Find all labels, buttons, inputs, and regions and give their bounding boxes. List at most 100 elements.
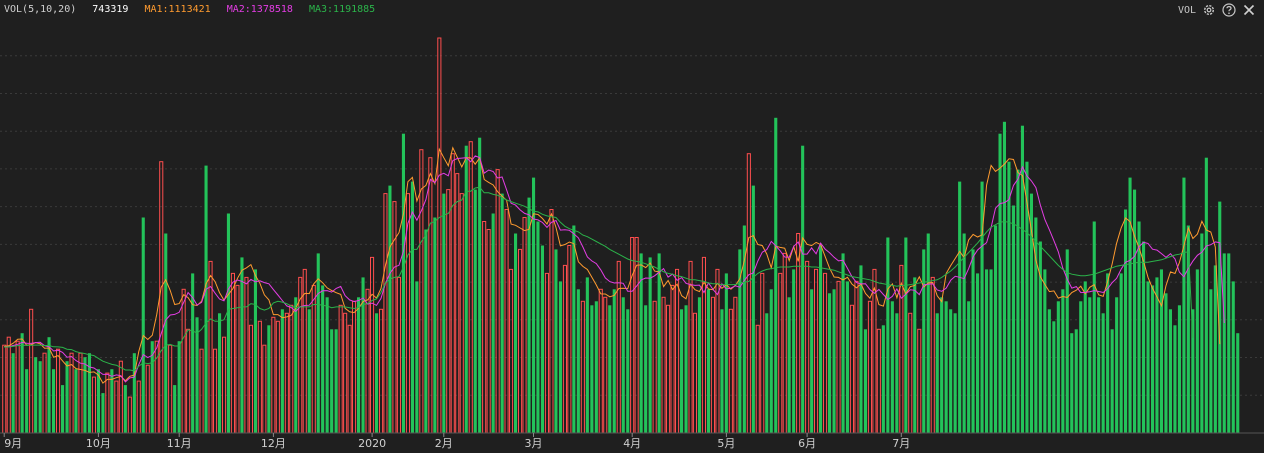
volume-bar-up[interactable] (908, 312, 913, 434)
volume-bar-up[interactable] (446, 189, 451, 434)
volume-bar-down[interactable] (321, 285, 325, 433)
volume-bar-down[interactable] (240, 257, 244, 433)
volume-bar-down[interactable] (141, 217, 145, 434)
volume-bar-up[interactable] (692, 312, 698, 434)
volume-bar-down[interactable] (845, 281, 849, 433)
volume-bar-down[interactable] (1213, 265, 1217, 433)
volume-bar-down[interactable] (1236, 333, 1240, 433)
volume-bar-down[interactable] (769, 289, 773, 433)
volume-bar-up[interactable] (275, 320, 280, 434)
volume-bar-down[interactable] (325, 297, 329, 433)
volume-bar-up[interactable] (271, 316, 276, 434)
volume-bar-up[interactable] (352, 300, 357, 434)
volume-bar-down[interactable] (473, 189, 477, 433)
volume-bar-down[interactable] (904, 237, 908, 434)
volume-bar-down[interactable] (684, 305, 688, 433)
volume-bar-down[interactable] (612, 289, 616, 433)
volume-bar-down[interactable] (87, 353, 91, 433)
volume-bar-down[interactable] (34, 357, 38, 433)
volume-bar-down[interactable] (1074, 329, 1078, 434)
volume-bar-down[interactable] (801, 145, 805, 433)
volume-bar-up[interactable] (379, 308, 384, 434)
volume-bar-up[interactable] (482, 221, 487, 434)
volume-bar-up[interactable] (778, 272, 783, 434)
volume-bar-down[interactable] (720, 309, 724, 433)
volume-bar-up[interactable] (899, 264, 904, 434)
volume-bar-down[interactable] (895, 313, 899, 433)
volume-bar-down[interactable] (1119, 273, 1123, 433)
volume-bar-up[interactable] (652, 300, 657, 434)
volume-bar-up[interactable] (213, 348, 218, 434)
volume-bar-up[interactable] (760, 272, 765, 434)
volume-bar-down[interactable] (500, 193, 504, 433)
volume-bar-down[interactable] (765, 313, 769, 433)
volume-bar-down[interactable] (294, 297, 298, 433)
volume-bar-down[interactable] (1168, 309, 1172, 433)
volume-bar-down[interactable] (20, 333, 24, 433)
volume-bar-down[interactable] (1124, 209, 1128, 434)
volume-bar-up[interactable] (154, 340, 159, 434)
volume-bar-up[interactable] (849, 304, 855, 434)
volume-bar-up[interactable] (867, 300, 873, 434)
volume-bar-down[interactable] (38, 361, 42, 433)
volume-bar-down[interactable] (1097, 297, 1101, 433)
volume-bar-up[interactable] (257, 320, 262, 434)
volume-bar-up[interactable] (392, 201, 397, 434)
volume-bar-up[interactable] (598, 288, 603, 434)
volume-bar-down[interactable] (1209, 289, 1213, 433)
volume-bar-down[interactable] (1204, 157, 1208, 433)
volume-bar-up[interactable] (495, 169, 500, 434)
volume-bar-down[interactable] (913, 277, 917, 433)
volume-bar-down[interactable] (626, 309, 630, 433)
volume-bar-up[interactable] (2, 344, 7, 434)
volume-bar-down[interactable] (357, 297, 361, 433)
volume-bar-down[interactable] (527, 197, 531, 433)
volume-bar-up[interactable] (159, 161, 164, 434)
volume-bar-down[interactable] (1079, 301, 1083, 433)
volume-bar-down[interactable] (1195, 269, 1199, 433)
volume-bar-up[interactable] (370, 256, 375, 434)
volume-bar-down[interactable] (724, 273, 728, 433)
volume-bar-up[interactable] (455, 173, 460, 434)
volume-bar-down[interactable] (1146, 281, 1150, 433)
volume-bar-down[interactable] (1043, 269, 1047, 433)
volume-bar-up[interactable] (675, 268, 680, 434)
volume-bar-up[interactable] (486, 229, 491, 434)
volume-bar-down[interactable] (985, 269, 989, 433)
volume-bar-up[interactable] (230, 272, 235, 434)
volume-bar-down[interactable] (697, 297, 701, 433)
volume-bar-down[interactable] (1052, 321, 1056, 433)
volume-bar-up[interactable] (428, 157, 433, 434)
volume-bar-up[interactable] (343, 312, 348, 434)
volume-bar-down[interactable] (1088, 297, 1092, 433)
volume-bar-down[interactable] (863, 329, 867, 434)
volume-bar-down[interactable] (61, 385, 65, 433)
volume-bar-down[interactable] (47, 337, 51, 433)
volume-bar-down[interactable] (1092, 221, 1096, 434)
volume-bar-up[interactable] (522, 217, 527, 434)
volume-bar-up[interactable] (917, 328, 922, 434)
volume-bar-down[interactable] (1106, 273, 1110, 433)
indicator-selector[interactable]: VOL (1178, 5, 1196, 16)
volume-bar-up[interactable] (549, 209, 554, 434)
volume-bar-up[interactable] (459, 193, 464, 434)
volume-bar-up[interactable] (616, 260, 621, 434)
volume-bar-down[interactable] (253, 269, 257, 433)
volume-bar-down[interactable] (1182, 177, 1186, 433)
volume-bar-up[interactable] (186, 328, 191, 434)
volume-bar-up[interactable] (755, 324, 760, 434)
volume-bar-down[interactable] (1137, 221, 1141, 434)
volume-bar-down[interactable] (280, 309, 284, 433)
volume-bar-up[interactable] (136, 380, 141, 434)
volume-bar-down[interactable] (967, 301, 971, 433)
volume-bar-down[interactable] (1227, 253, 1231, 433)
volume-bar-up[interactable] (396, 276, 401, 434)
volume-bar-down[interactable] (648, 257, 652, 433)
volume-bar-down[interactable] (1020, 125, 1024, 433)
volume-bar-down[interactable] (1007, 161, 1011, 433)
volume-bar-down[interactable] (890, 301, 894, 433)
volume-bar-down[interactable] (1142, 241, 1146, 434)
volume-bar-up[interactable] (661, 296, 666, 434)
volume-bar-down[interactable] (1047, 309, 1051, 433)
volume-bar-down[interactable] (1110, 329, 1114, 434)
